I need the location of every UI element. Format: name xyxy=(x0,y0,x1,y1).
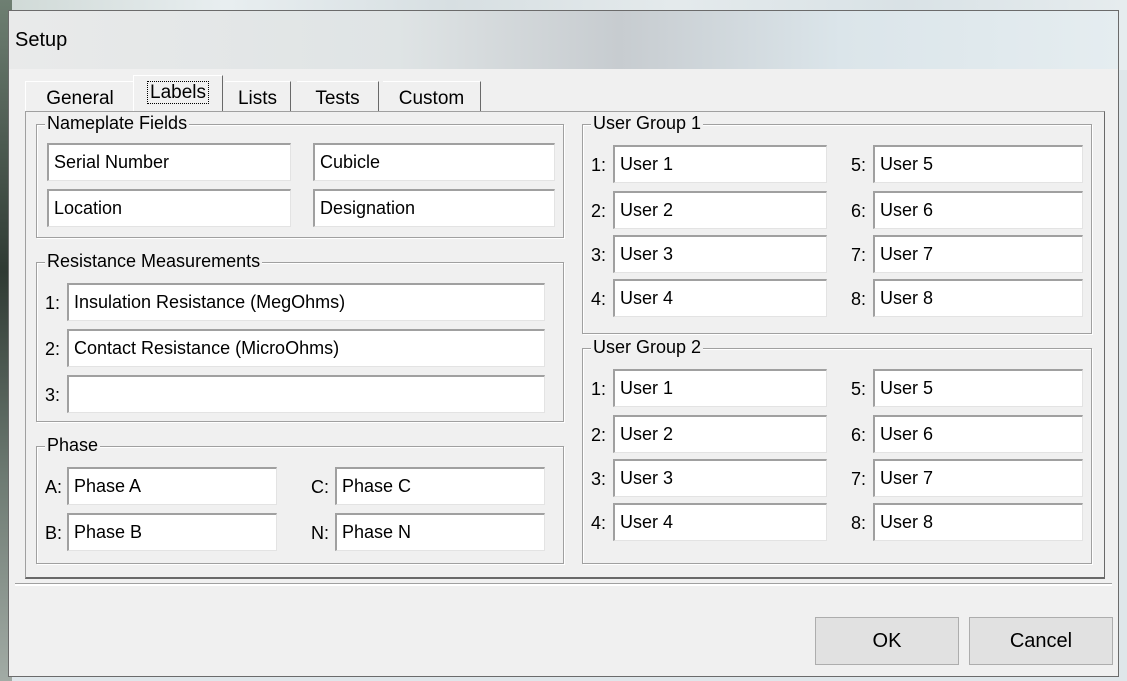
tab-lists[interactable]: Lists xyxy=(225,81,291,113)
ug2-user-3-field[interactable]: User 3 xyxy=(613,459,827,497)
phase-b-field[interactable]: Phase B xyxy=(67,513,277,551)
phase-title: Phase xyxy=(45,435,101,456)
phase-n-label: N: xyxy=(311,523,329,543)
resistance-measurements-title: Resistance Measurements xyxy=(45,251,263,272)
title-bar[interactable]: Setup xyxy=(9,11,1118,69)
nameplate-fields-group: Nameplate Fields Serial Number Cubicle L… xyxy=(36,113,564,238)
ug1-user-4-field[interactable]: User 4 xyxy=(613,279,827,317)
ug1-2-label: 2: xyxy=(591,201,607,221)
phase-n-field[interactable]: Phase N xyxy=(335,513,545,551)
ug2-6-label: 6: xyxy=(851,425,867,445)
tab-custom[interactable]: Custom xyxy=(383,81,481,113)
ug1-1-label: 1: xyxy=(591,155,607,175)
cubicle-field[interactable]: Cubicle xyxy=(313,143,555,181)
separator xyxy=(15,583,1112,586)
ug1-user-2-field[interactable]: User 2 xyxy=(613,191,827,229)
tab-tests[interactable]: Tests xyxy=(297,81,379,113)
ug1-3-label: 3: xyxy=(591,245,607,265)
phase-a-field[interactable]: Phase A xyxy=(67,467,277,505)
nameplate-fields-title: Nameplate Fields xyxy=(45,113,190,134)
window-title: Setup xyxy=(15,29,68,51)
tab-tests-label: Tests xyxy=(315,88,360,109)
ug1-user-1-field[interactable]: User 1 xyxy=(613,145,827,183)
user-group-2-title: User Group 2 xyxy=(591,337,704,358)
designation-field[interactable]: Designation xyxy=(313,189,555,227)
resistance-3-field[interactable] xyxy=(67,375,545,413)
ug2-user-2-field[interactable]: User 2 xyxy=(613,415,827,453)
phase-b-label: B: xyxy=(45,523,63,543)
tab-general[interactable]: General xyxy=(25,81,135,113)
resistance-2-field[interactable]: Contact Resistance (MicroOhms) xyxy=(67,329,545,367)
phase-a-label: A: xyxy=(45,477,63,497)
ug1-user-6-field[interactable]: User 6 xyxy=(873,191,1083,229)
ug1-4-label: 4: xyxy=(591,289,607,309)
ug2-7-label: 7: xyxy=(851,469,867,489)
resistance-measurements-group: Resistance Measurements 1: Insulation Re… xyxy=(36,251,564,422)
user-group-1: User Group 1 1: User 1 2: User 2 3: User… xyxy=(582,113,1092,334)
ug2-5-label: 5: xyxy=(851,379,867,399)
tab-labels[interactable]: Labels xyxy=(133,75,223,115)
phase-c-field[interactable]: Phase C xyxy=(335,467,545,505)
ug2-user-5-field[interactable]: User 5 xyxy=(873,369,1083,407)
labels-tab-panel: Nameplate Fields Serial Number Cubicle L… xyxy=(25,111,1105,579)
tab-general-label: General xyxy=(46,88,114,109)
user-group-1-title: User Group 1 xyxy=(591,113,704,134)
serial-number-field[interactable]: Serial Number xyxy=(47,143,291,181)
location-field[interactable]: Location xyxy=(47,189,291,227)
ug2-2-label: 2: xyxy=(591,425,607,445)
ug1-user-5-field[interactable]: User 5 xyxy=(873,145,1083,183)
ug1-5-label: 5: xyxy=(851,155,867,175)
resistance-2-label: 2: xyxy=(45,339,61,359)
tab-labels-label: Labels xyxy=(147,81,209,104)
ok-button[interactable]: OK xyxy=(815,617,959,665)
resistance-1-field[interactable]: Insulation Resistance (MegOhms) xyxy=(67,283,545,321)
user-group-2: User Group 2 1: User 1 2: User 2 3: User… xyxy=(582,337,1092,564)
ug2-4-label: 4: xyxy=(591,513,607,533)
phase-c-label: C: xyxy=(311,477,329,497)
ug1-8-label: 8: xyxy=(851,289,867,309)
ug2-3-label: 3: xyxy=(591,469,607,489)
ug2-user-1-field[interactable]: User 1 xyxy=(613,369,827,407)
ug2-1-label: 1: xyxy=(591,379,607,399)
ug1-6-label: 6: xyxy=(851,201,867,221)
dialog-client: General Labels Lists Tests Custom Namepl… xyxy=(15,69,1113,671)
cancel-button[interactable]: Cancel xyxy=(969,617,1113,665)
ug1-user-7-field[interactable]: User 7 xyxy=(873,235,1083,273)
phase-group: Phase A: Phase A B: Phase B C: Phase C N… xyxy=(36,435,564,564)
ug2-8-label: 8: xyxy=(851,513,867,533)
ug1-user-8-field[interactable]: User 8 xyxy=(873,279,1083,317)
tab-custom-label: Custom xyxy=(398,88,465,109)
resistance-3-label: 3: xyxy=(45,385,61,405)
tab-lists-label: Lists xyxy=(237,88,278,109)
ug2-user-7-field[interactable]: User 7 xyxy=(873,459,1083,497)
ug2-user-8-field[interactable]: User 8 xyxy=(873,503,1083,541)
ug2-user-6-field[interactable]: User 6 xyxy=(873,415,1083,453)
setup-dialog: Setup General Labels Lists Tests Custom … xyxy=(8,10,1119,677)
ug1-user-3-field[interactable]: User 3 xyxy=(613,235,827,273)
resistance-1-label: 1: xyxy=(45,293,61,313)
ug2-user-4-field[interactable]: User 4 xyxy=(613,503,827,541)
ug1-7-label: 7: xyxy=(851,245,867,265)
